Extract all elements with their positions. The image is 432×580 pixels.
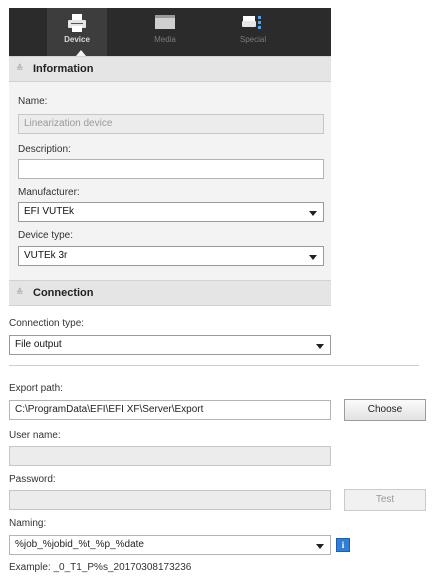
naming-select[interactable]: %job_%jobid_%t_%p_%date [9,535,331,555]
export-path-field[interactable]: C:\ProgramData\EFI\EFI XF\Server\Export [9,400,331,420]
connection-title: Connection [33,287,94,299]
user-name-label: User name: [9,430,61,441]
connection-header-wrap: ≙ Connection [9,280,331,306]
media-icon [155,15,175,29]
section-divider [9,365,419,366]
top-toolbar: Device Media Special [9,8,331,56]
name-label: Name: [18,96,48,107]
manufacturer-select[interactable]: EFI VUTEk [18,202,324,222]
description-label: Description: [18,144,71,155]
device-type-select[interactable]: VUTEk 3r [18,246,324,266]
choose-button[interactable]: Choose [344,399,426,421]
info-icon[interactable]: i [336,538,350,552]
connection-type-select[interactable]: File output [9,335,331,355]
naming-value: %job_%jobid_%t_%p_%date [15,539,144,550]
manufacturer-value: EFI VUTEk [24,206,75,217]
special-icon [242,16,261,29]
chevron-down-icon [309,255,317,260]
user-name-field[interactable] [9,446,331,466]
chevron-down-icon [316,544,324,549]
connection-section-header[interactable]: ≙ Connection [9,280,331,306]
test-button[interactable]: Test [344,489,426,511]
tab-device-label: Device [64,35,90,44]
collapse-chevron-icon: ≙ [16,287,24,297]
chevron-down-icon [309,211,317,216]
password-field[interactable] [9,490,331,510]
export-path-label: Export path: [9,383,63,394]
information-section-header[interactable]: ≙ Information [9,56,331,82]
device-type-label: Device type: [18,230,74,241]
naming-label: Naming: [9,518,47,529]
tab-device[interactable]: Device [47,8,107,56]
manufacturer-label: Manufacturer: [18,187,80,198]
device-type-value: VUTEk 3r [24,250,68,261]
naming-example: Example: _0_T1_P%s_20170308173236 [9,562,192,573]
information-panel: ≙ Information Name: Linearization device… [9,56,331,280]
tab-media-label: Media [154,35,176,44]
name-field[interactable]: Linearization device [18,114,324,134]
description-field[interactable] [18,159,324,179]
tab-media[interactable]: Media [135,8,195,56]
information-title: Information [33,63,94,75]
connection-type-value: File output [15,339,62,350]
chevron-down-icon [316,344,324,349]
collapse-chevron-icon: ≙ [16,63,24,73]
tab-special[interactable]: Special [223,8,283,56]
printer-icon [68,14,86,32]
connection-type-label: Connection type: [9,318,85,329]
tab-special-label: Special [239,35,267,44]
password-label: Password: [9,474,56,485]
